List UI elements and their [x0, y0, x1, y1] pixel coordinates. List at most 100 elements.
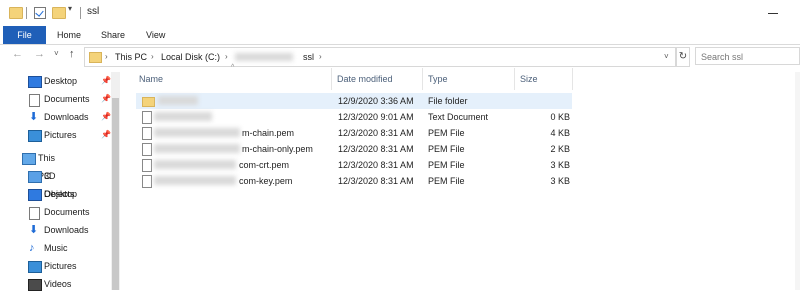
divider: [80, 7, 81, 19]
file-size: 3 KB: [550, 160, 570, 170]
sidebar-scrollbar-thumb[interactable]: [112, 98, 119, 290]
address-bar[interactable]: › This PC › Local Disk (C:) › ssl › ˅: [84, 47, 676, 67]
recent-locations-icon[interactable]: ˅: [54, 49, 59, 58]
file-list-scrollbar[interactable]: [795, 72, 800, 290]
tab-home[interactable]: Home: [57, 26, 81, 44]
column-divider[interactable]: [422, 68, 423, 90]
music-icon: ♪: [29, 242, 35, 254]
sidebar-item-label: Videos: [44, 279, 72, 289]
folder-icon: [9, 7, 23, 19]
file-type: PEM File: [428, 144, 465, 154]
pin-icon[interactable]: 📌: [101, 130, 111, 139]
forward-icon[interactable]: →: [34, 48, 45, 60]
customize-quick-access-icon[interactable]: ▾: [68, 4, 72, 13]
file-date: 12/3/2020 8:31 AM: [338, 176, 414, 186]
folder-icon: [142, 97, 155, 107]
column-divider[interactable]: [572, 68, 573, 90]
file-date: 12/3/2020 8:31 AM: [338, 160, 414, 170]
window-title: ssl: [87, 6, 100, 17]
file-date: 12/3/2020 8:31 AM: [338, 144, 414, 154]
tab-share[interactable]: Share: [101, 26, 125, 44]
file-type: File folder: [428, 96, 468, 106]
downloads-icon: ⬇: [29, 111, 39, 123]
sidebar-item-label: Downloads: [44, 225, 89, 235]
file-icon: [142, 143, 152, 156]
desktop-icon: [28, 189, 42, 201]
minimize-icon[interactable]: [768, 13, 778, 14]
sidebar-item-label: Desktop: [44, 189, 78, 199]
column-header-name[interactable]: Name: [139, 68, 163, 90]
file-name: m-chain.pem: [242, 128, 295, 138]
table-row[interactable]: com-key.pem 12/3/2020 8:31 AM PEM File 3…: [136, 173, 572, 189]
redacted-path: [235, 53, 293, 61]
properties-icon[interactable]: [34, 7, 46, 19]
sidebar-item-label: Pictures: [44, 130, 77, 140]
pictures-icon: [28, 130, 42, 142]
file-size: 3 KB: [550, 176, 570, 186]
documents-icon: [29, 94, 40, 107]
redacted-filename: [154, 144, 240, 153]
file-size: 2 KB: [550, 144, 570, 154]
column-header-type[interactable]: Type: [428, 68, 448, 90]
breadcrumb-ssl[interactable]: ssl: [303, 48, 314, 66]
sidebar-item-label: Documents: [44, 94, 90, 104]
pin-icon[interactable]: 📌: [101, 76, 111, 85]
file-icon: [142, 159, 152, 172]
back-icon[interactable]: ←: [12, 48, 23, 60]
file-type: PEM File: [428, 176, 465, 186]
table-row[interactable]: 12/9/2020 3:36 AM File folder: [136, 93, 572, 109]
file-icon: [142, 127, 152, 140]
column-header-size[interactable]: Size: [520, 68, 538, 90]
chevron-right-icon: ›: [151, 52, 154, 61]
breadcrumb-this-pc[interactable]: This PC: [115, 48, 147, 66]
tab-view[interactable]: View: [146, 26, 165, 44]
documents-icon: [29, 207, 40, 220]
file-size: [516, 93, 570, 109]
3d-objects-icon: [28, 171, 42, 183]
sidebar-item-label: Music: [44, 243, 68, 253]
tab-file[interactable]: File: [3, 26, 46, 44]
file-name: com-crt.pem: [239, 160, 290, 170]
table-row[interactable]: m-chain.pem 12/3/2020 8:31 AM PEM File 4…: [136, 125, 572, 141]
chevron-down-icon[interactable]: ˅: [664, 48, 669, 66]
table-row[interactable]: 12/3/2020 9:01 AM Text Document 0 KB: [136, 109, 572, 125]
new-folder-icon[interactable]: [52, 7, 66, 19]
divider: [26, 7, 27, 19]
file-icon: [142, 175, 152, 188]
pin-icon[interactable]: 📌: [101, 94, 111, 103]
file-date: 12/9/2020 3:36 AM: [338, 96, 414, 106]
redacted-filename: [154, 176, 236, 185]
chevron-right-icon: ›: [105, 52, 108, 61]
title-bar: ▾ ssl: [0, 0, 800, 26]
redacted-filename: [154, 128, 240, 137]
file-icon: [142, 111, 152, 124]
file-date: 12/3/2020 8:31 AM: [338, 128, 414, 138]
downloads-icon: ⬇: [29, 224, 39, 236]
file-size: 0 KB: [550, 112, 570, 122]
chevron-right-icon: ›: [319, 52, 322, 61]
sidebar-item-label: Documents: [44, 207, 90, 217]
redacted-filename: [154, 160, 236, 169]
breadcrumb-local-disk[interactable]: Local Disk (C:): [161, 48, 220, 66]
redacted-filename: [154, 112, 212, 121]
pin-icon[interactable]: 📌: [101, 112, 111, 121]
table-row[interactable]: com-crt.pem 12/3/2020 8:31 AM PEM File 3…: [136, 157, 572, 173]
folder-icon: [89, 52, 102, 63]
up-icon[interactable]: ↑: [69, 48, 75, 60]
column-header-date-modified[interactable]: Date modified: [337, 68, 393, 90]
redacted-filename: [158, 96, 198, 105]
file-size: 4 KB: [550, 128, 570, 138]
column-divider[interactable]: [514, 68, 515, 90]
videos-icon: [28, 279, 42, 291]
file-name: com-key.pem: [239, 176, 293, 186]
refresh-icon[interactable]: ↻: [676, 47, 690, 67]
search-input[interactable]: Search ssl: [695, 47, 800, 65]
sidebar-item-label: Pictures: [44, 261, 77, 271]
table-row[interactable]: m-chain-only.pem 12/3/2020 8:31 AM PEM F…: [136, 141, 572, 157]
computer-icon: [22, 153, 36, 165]
column-divider[interactable]: [331, 68, 332, 90]
desktop-icon: [28, 76, 42, 88]
sidebar-item-label: Downloads: [44, 112, 89, 122]
sort-ascending-icon: ^: [231, 64, 235, 71]
file-date: 12/3/2020 9:01 AM: [338, 112, 414, 122]
